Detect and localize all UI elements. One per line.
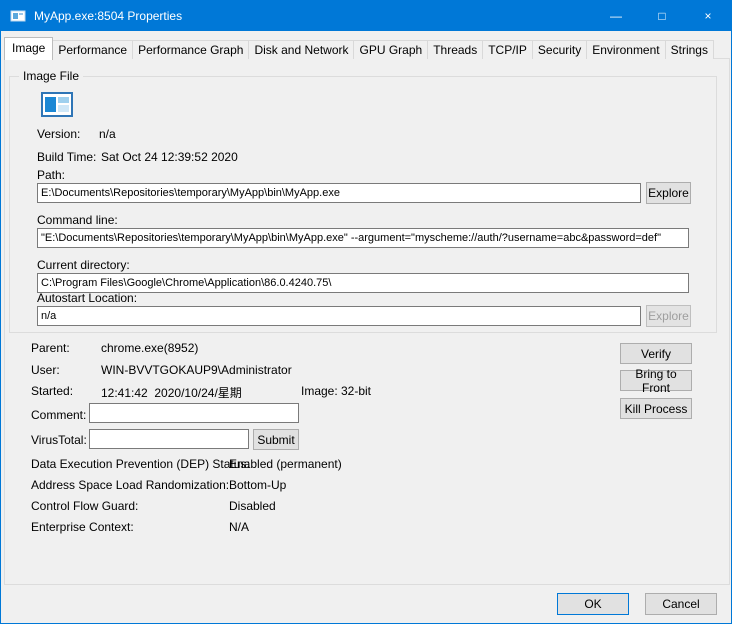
version-value: n/a [99, 127, 116, 141]
tab-strip: Image Performance Performance Graph Disk… [4, 37, 714, 60]
ok-button[interactable]: OK [557, 593, 629, 615]
tab-performance[interactable]: Performance [52, 40, 134, 59]
window-icon [10, 8, 26, 24]
tab-gpu-graph[interactable]: GPU Graph [353, 40, 429, 59]
user-label: User: [31, 363, 60, 377]
dep-label: Data Execution Prevention (DEP) Status: [31, 457, 250, 471]
tab-environment[interactable]: Environment [586, 40, 666, 59]
enterprise-context-value: N/A [229, 520, 250, 534]
close-icon[interactable]: × [685, 1, 731, 31]
build-time-label: Build Time: [37, 150, 97, 164]
aslr-value: Bottom-Up [229, 478, 287, 492]
path-input[interactable] [37, 183, 641, 203]
comment-input[interactable] [89, 403, 299, 423]
parent-label: Parent: [31, 341, 70, 355]
titlebar[interactable]: MyApp.exe:8504 Properties — □ × [1, 1, 731, 31]
enterprise-context-label: Enterprise Context: [31, 520, 134, 534]
window-controls: — □ × [593, 1, 731, 31]
explore-path-button[interactable]: Explore [646, 182, 691, 204]
user-value: WIN-BVVTGOKAUP9\Administrator [101, 363, 292, 377]
comment-label: Comment: [31, 408, 87, 422]
tab-disk-and-network[interactable]: Disk and Network [248, 40, 355, 59]
image-arch-label: Image: [301, 384, 338, 398]
minimize-icon[interactable]: — [593, 1, 639, 31]
tab-tcpip[interactable]: TCP/IP [482, 40, 533, 59]
tab-strings[interactable]: Strings [664, 40, 714, 59]
app-icon [39, 87, 75, 126]
submit-button[interactable]: Submit [253, 429, 299, 450]
current-directory-label: Current directory: [37, 258, 130, 272]
verify-button[interactable]: Verify [620, 343, 692, 364]
build-time-value: Sat Oct 24 12:39:52 2020 [101, 150, 238, 164]
tab-performance-graph[interactable]: Performance Graph [132, 40, 250, 59]
version-label: Version: [37, 127, 81, 141]
path-label: Path: [37, 168, 66, 182]
tab-threads[interactable]: Threads [427, 40, 484, 59]
aslr-label: Address Space Load Randomization: [31, 478, 230, 492]
maximize-icon[interactable]: □ [639, 1, 685, 31]
properties-window: MyApp.exe:8504 Properties — □ × Image Pe… [0, 0, 732, 624]
started-label: Started: [31, 384, 74, 398]
cfg-value: Disabled [229, 499, 276, 513]
cancel-button[interactable]: Cancel [645, 593, 717, 615]
autostart-location-label: Autostart Location: [37, 291, 138, 305]
tab-security[interactable]: Security [531, 40, 588, 59]
current-directory-input[interactable] [37, 273, 689, 293]
virustotal-input[interactable] [89, 429, 249, 449]
command-line-label: Command line: [37, 213, 118, 227]
started-value: 12:41:42 2020/10/24/星期 [101, 386, 242, 400]
cfg-label: Control Flow Guard: [31, 499, 139, 513]
image-file-group-label: Image File [19, 69, 84, 83]
command-line-input[interactable] [37, 228, 689, 248]
parent-value: chrome.exe(8952) [101, 341, 199, 355]
autostart-location-input[interactable] [37, 306, 641, 326]
image-arch-value: 32-bit [341, 384, 372, 398]
tab-image[interactable]: Image [4, 37, 54, 60]
bring-to-front-button[interactable]: Bring to Front [620, 367, 692, 395]
dep-value: Enabled (permanent) [229, 457, 342, 471]
virustotal-label: VirusTotal: [31, 433, 87, 447]
explore-autostart-button: Explore [646, 305, 691, 327]
kill-process-button[interactable]: Kill Process [620, 398, 692, 419]
window-title: MyApp.exe:8504 Properties [34, 9, 183, 23]
